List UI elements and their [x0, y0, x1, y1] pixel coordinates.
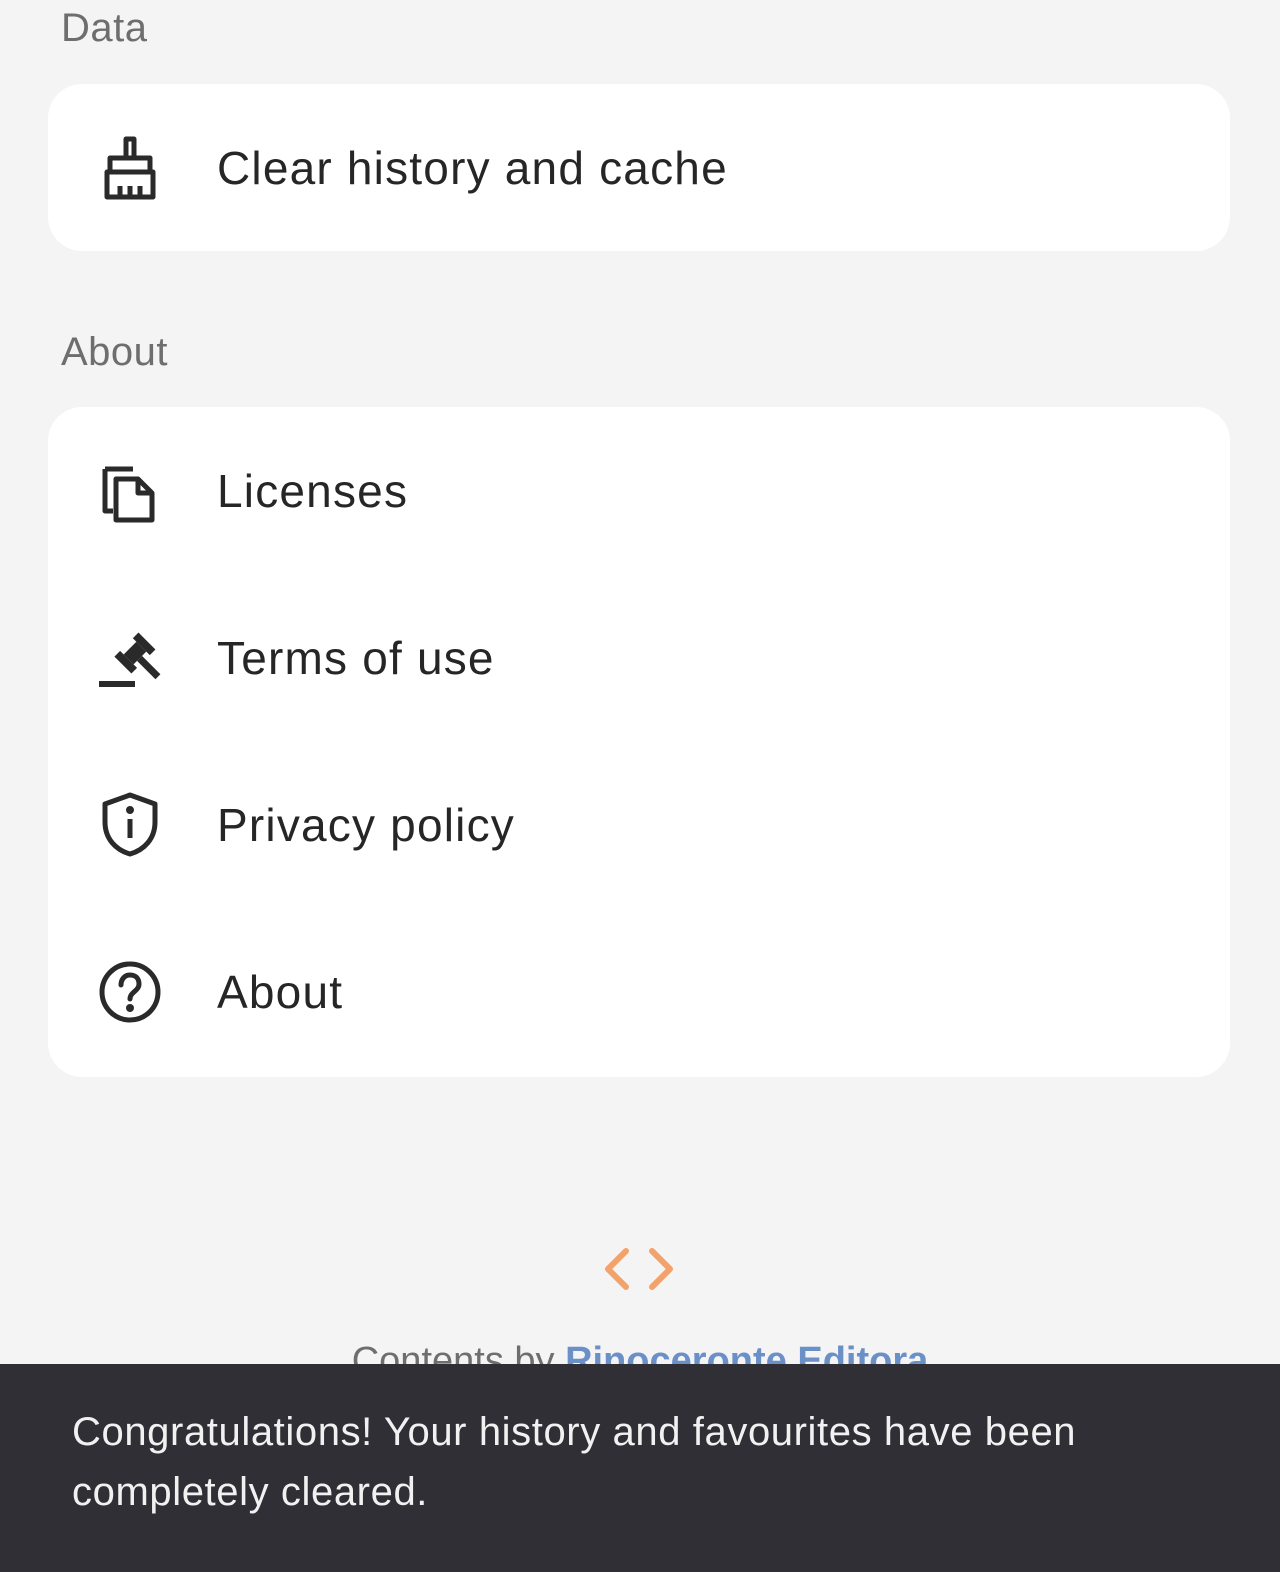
help-circle-icon [96, 958, 164, 1026]
section-title-about: About [61, 330, 169, 374]
snackbar-message: Congratulations! Your history and favour… [72, 1410, 1077, 1514]
copy-document-icon [96, 457, 164, 525]
gavel-icon [96, 624, 164, 692]
licenses-item[interactable]: Licenses [48, 407, 1230, 574]
broom-icon [96, 134, 164, 202]
terms-of-use-label: Terms of use [217, 631, 495, 684]
data-card: Clear history and cache [48, 84, 1230, 251]
clear-history-and-cache-label: Clear history and cache [217, 141, 728, 194]
clear-history-and-cache-item[interactable]: Clear history and cache [48, 84, 1230, 251]
about-card: Licenses Terms of use Privacy policy Abo… [48, 407, 1230, 1077]
section-title-data: Data [61, 6, 148, 50]
code-icon [600, 1240, 680, 1300]
snackbar: Congratulations! Your history and favour… [0, 1364, 1280, 1572]
privacy-policy-item[interactable]: Privacy policy [48, 741, 1230, 908]
licenses-label: Licenses [217, 464, 409, 517]
terms-of-use-item[interactable]: Terms of use [48, 574, 1230, 741]
privacy-policy-label: Privacy policy [217, 798, 515, 851]
about-item[interactable]: About [48, 908, 1230, 1075]
shield-info-icon [96, 791, 164, 859]
about-label: About [217, 965, 344, 1018]
